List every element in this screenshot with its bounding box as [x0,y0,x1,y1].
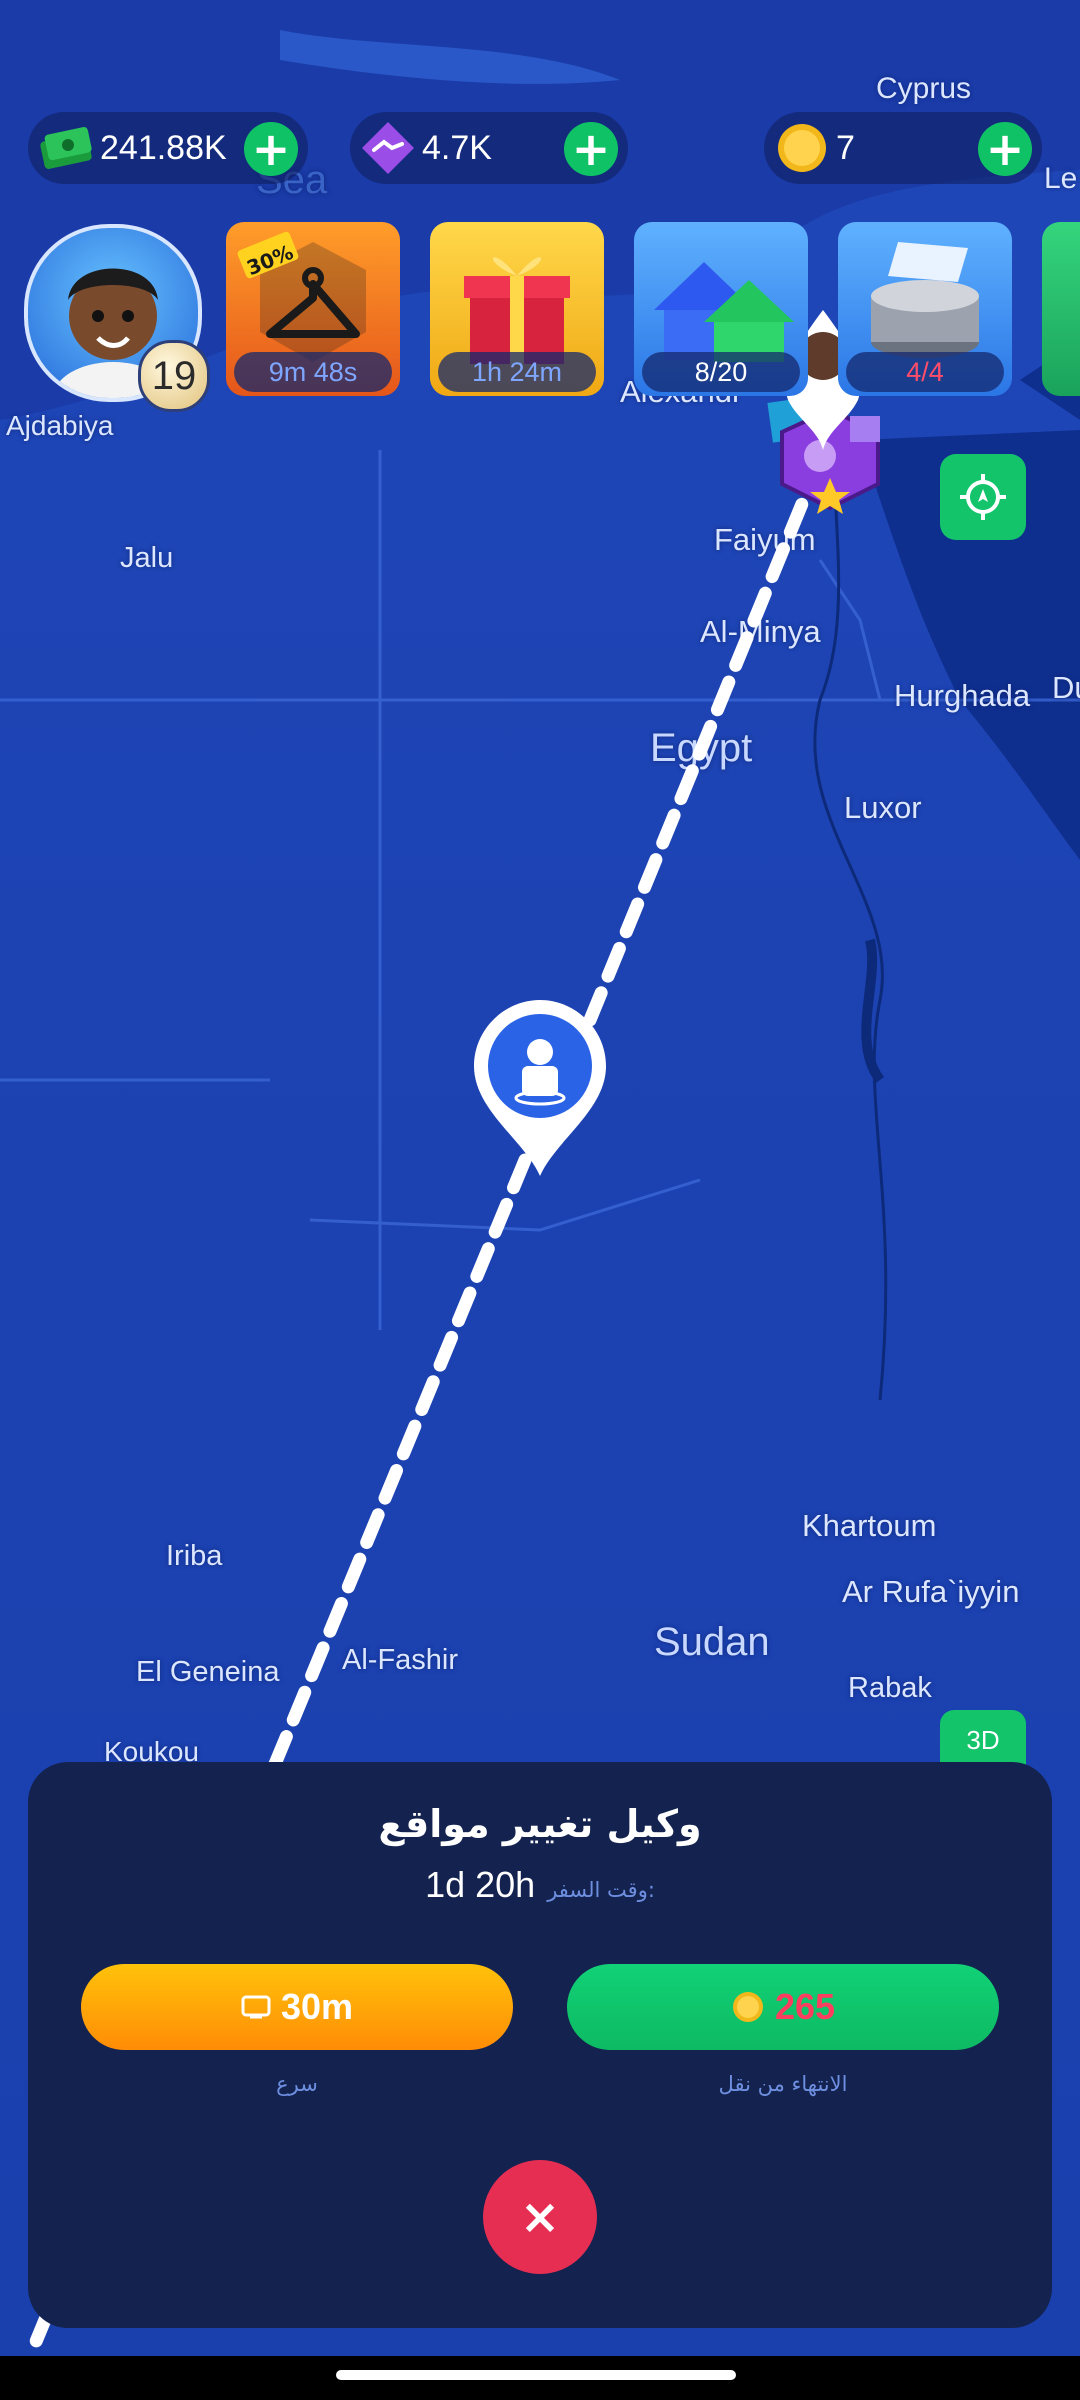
finish-cost: 265 [774,1986,836,2027]
player-level-badge: 19 [138,340,210,412]
home-indicator[interactable] [336,2370,736,2380]
add-deals-button[interactable]: + [564,122,618,176]
coin-stack-count: 4/4 [846,352,1004,392]
crosshair-icon [960,474,1006,520]
speed-up-time: 30m [280,1986,354,2027]
add-cash-button[interactable]: + [244,122,298,176]
travel-time-row: 1d 20h وقت السفر: [28,1864,1052,1906]
deals-value: 4.7K [422,128,492,167]
ad-icon [241,1995,271,2019]
gold-coin-icon [732,1992,763,2022]
finish-caption: الانتهاء من نقل [718,2072,848,2096]
speed-caption: سرع [276,2072,318,2096]
relocation-agent-sheet: وكيل تغيير مواقع 1d 20h وقت السفر: 30m 2… [28,1762,1052,2328]
close-button[interactable]: × [483,2160,597,2274]
travel-time-label: وقت السفر: [547,1878,655,1902]
locate-button[interactable] [940,454,1026,540]
cash-value: 241.88K [100,128,227,167]
gold-coin-icon [774,120,830,176]
sale-timer: 9m 48s [234,352,392,392]
sale-offer-card[interactable]: 30% 9m 48s [226,222,400,396]
properties-count: 8/20 [642,352,800,392]
agent-map-pin[interactable] [474,1000,606,1176]
deals-counter: 4.7K + [350,112,628,184]
add-coins-button[interactable]: + [978,122,1032,176]
more-card[interactable] [1042,222,1080,396]
view-3d-toggle[interactable]: 3D [940,1710,1026,1770]
cash-stack-icon [38,120,94,176]
handshake-gem-icon [360,120,416,176]
properties-card[interactable]: 8/20 [634,222,808,396]
speed-up-ad-button[interactable]: 30m [81,1964,513,2050]
coin-stack-card[interactable]: 4/4 [838,222,1012,396]
gift-card[interactable]: 1h 24m [430,222,604,396]
cash-counter: 241.88K + [28,112,308,184]
coins-counter: 7 + [764,112,1042,184]
gift-timer: 1h 24m [438,352,596,392]
coins-value: 7 [836,128,855,167]
travel-time-value: 1d 20h [425,1864,536,1905]
finish-move-button[interactable]: 265 [567,1964,999,2050]
sheet-title: وكيل تغيير مواقع [378,1802,702,1846]
